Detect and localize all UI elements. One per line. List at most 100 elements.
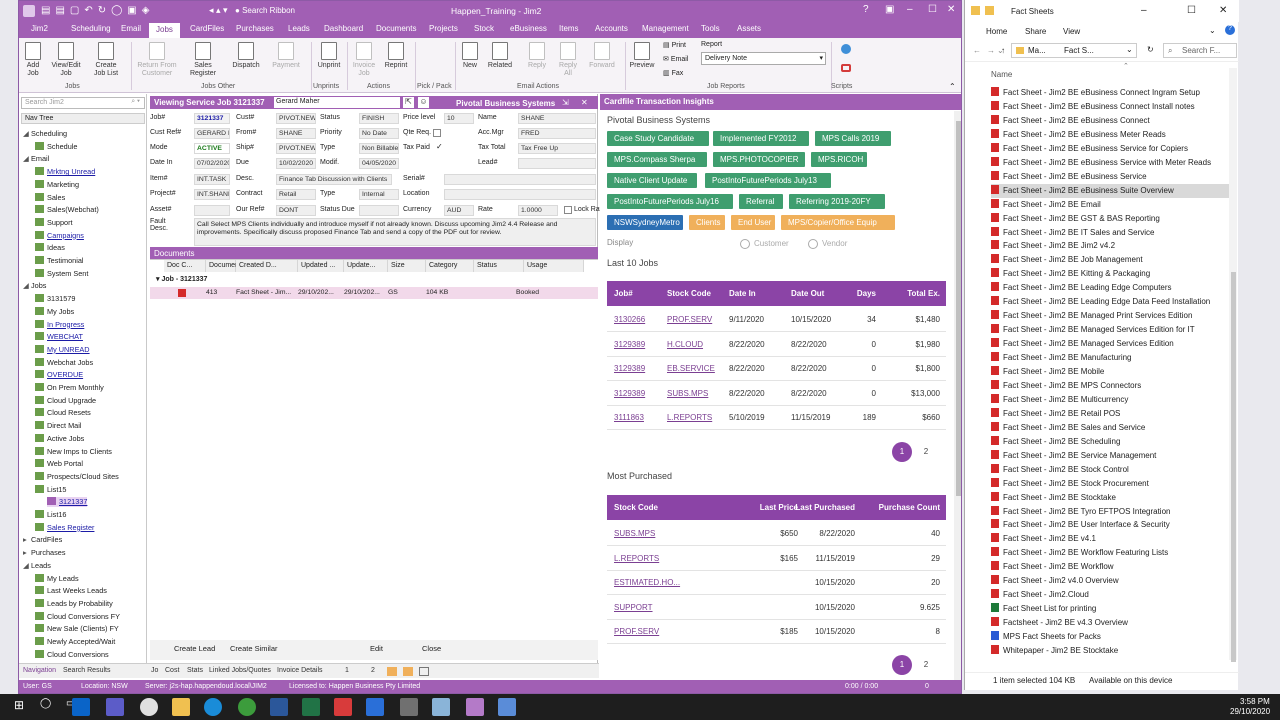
table-link[interactable]: SUPPORT (614, 603, 653, 612)
help-icon[interactable]: ? (1225, 25, 1235, 35)
field-value[interactable]: 07/02/2020 (194, 158, 230, 169)
nav-item[interactable]: System Sent (35, 268, 88, 279)
table-link[interactable]: L.REPORTS (614, 554, 659, 563)
expand-arrow-icon[interactable]: ◢ (23, 281, 31, 291)
nav-item[interactable]: 3121337 (47, 497, 88, 508)
column-header[interactable]: Date Out (791, 289, 824, 298)
back-forward-icons[interactable]: ◂ ▴ ▾ (209, 5, 228, 16)
table-row[interactable]: SUPPORT 10/15/2020 9.625 (607, 595, 946, 620)
expand-arrow-icon[interactable]: ◢ (23, 154, 31, 164)
tab-management[interactable]: Management (642, 24, 689, 33)
nav-item[interactable]: Cloud Resets (35, 408, 91, 418)
tab-search-results[interactable]: Search Results (63, 667, 110, 674)
insight-tag[interactable]: Native Client Update (607, 173, 697, 188)
address-input[interactable]: Ma... Fact S... ⌄ (1011, 43, 1137, 58)
file-item[interactable]: MPS Fact Sheets for Packs (991, 630, 1231, 644)
insight-tag[interactable]: MPS/Copier/Office Equip (781, 215, 895, 230)
file-item[interactable]: Factsheet - Jim2 BE v4.3 Overview (991, 616, 1231, 630)
checkbox[interactable] (564, 206, 572, 214)
table-link[interactable]: PROF.SERV (614, 627, 659, 636)
table-row[interactable]: PROF.SERV $185 10/15/2020 8 (607, 619, 946, 645)
file-item[interactable]: Fact Sheet - Jim2 BE Retail POS (991, 407, 1231, 421)
nav-item[interactable]: Mrktng Unread (35, 167, 95, 177)
nav-item[interactable]: ◢ Scheduling (23, 129, 67, 139)
edge-icon[interactable] (204, 698, 222, 716)
create-similar-button[interactable]: Create Similar (230, 644, 278, 653)
file-item[interactable]: Fact Sheet - Jim2 BE Tyro EFTPOS Integra… (991, 505, 1231, 519)
column-header[interactable]: Date In (729, 289, 756, 298)
file-item[interactable]: Fact Sheet - Jim2 BE MPS Connectors (991, 379, 1231, 393)
chevron-down-icon[interactable]: ⌄ (1209, 26, 1216, 35)
nav-item[interactable]: Testimonial (35, 256, 84, 266)
maximize-icon[interactable]: ☐ (928, 4, 937, 15)
nav-search-input[interactable]: Search Jim2 ⌕ ▾ (21, 97, 145, 109)
nav-item[interactable]: My Leads (35, 573, 79, 584)
scripts-icon[interactable] (841, 44, 851, 54)
file-item[interactable]: Fact Sheet - Jim2 BE Stock Procurement (991, 477, 1231, 491)
sales-register-button[interactable]: Sales Register (183, 42, 223, 78)
restore-ribbon-icon[interactable]: ▣ (885, 4, 894, 15)
add-job-button[interactable]: Add Job (23, 42, 43, 78)
file-item[interactable]: Fact Sheet - Jim2 BE Stock Control (991, 463, 1231, 477)
reply-button[interactable]: Reply (525, 42, 549, 70)
file-item[interactable]: Fact Sheet - Jim2 BE Leading Edge Data F… (991, 295, 1231, 309)
vendor-radio[interactable] (808, 239, 818, 249)
field-value[interactable]: 10/02/2020 (276, 158, 316, 169)
file-item[interactable]: Fact Sheet - Jim2 BE eBusiness Meter Rea… (991, 128, 1231, 142)
table-link[interactable]: PROF.SERV (667, 315, 712, 324)
nav-item[interactable]: ◢ Jobs (23, 281, 46, 291)
table-link[interactable]: SUBS.MPS (614, 529, 655, 538)
excel-icon[interactable] (302, 698, 320, 716)
table-link[interactable]: SUBS.MPS (667, 389, 708, 398)
create-lead-button[interactable]: Create Lead (174, 644, 215, 653)
field-value[interactable]: PIVOT.NEW (276, 143, 316, 154)
payment-button[interactable]: Payment (267, 42, 305, 70)
file-item[interactable]: Fact Sheet - Jim2 BE Service Management (991, 449, 1231, 463)
reprint-button[interactable]: Reprint (381, 42, 411, 70)
field-value[interactable]: SHANE (276, 128, 316, 139)
insight-tag[interactable]: Referring 2019-20FY (789, 194, 885, 209)
nav-item[interactable]: Leads by Probability (35, 598, 113, 609)
file-item[interactable]: Fact Sheet - Jim2 BE Workflow Featuring … (991, 546, 1231, 560)
fax-button[interactable]: ▥ Fax (663, 69, 683, 77)
field-value[interactable] (444, 174, 596, 185)
table-link[interactable]: EB.SERVICE (667, 364, 715, 373)
tab-scheduling[interactable]: Scheduling (71, 24, 111, 33)
grid-icon[interactable] (419, 667, 429, 676)
scripts-email-icon[interactable] (841, 64, 851, 72)
nav-item[interactable]: Direct Mail (35, 421, 81, 431)
table-row[interactable]: SUBS.MPS $650 8/22/2020 40 (607, 521, 946, 546)
file-item[interactable]: Fact Sheet - Jim2 BE Multicurrency (991, 393, 1231, 407)
checkmark-icon[interactable]: ✓ (436, 142, 443, 151)
doc-column-header[interactable]: Updated ... (298, 260, 344, 272)
nav-item[interactable]: Cloud Conversions (35, 649, 109, 660)
table-link[interactable]: 3129389 (614, 340, 645, 349)
nav-item[interactable]: Marketing (35, 179, 79, 190)
file-item[interactable]: Fact Sheet - Jim2 BE Kitting & Packaging (991, 267, 1231, 281)
checkbox[interactable] (433, 129, 441, 137)
open-icon[interactable]: ⇱ (403, 97, 414, 108)
teams-icon[interactable] (106, 698, 124, 716)
insight-tag[interactable]: MPS.RICOH (811, 152, 867, 167)
user-icon[interactable]: ☺ (418, 97, 429, 108)
tab-email[interactable]: Email (121, 24, 141, 33)
word-icon[interactable] (270, 698, 288, 716)
field-value[interactable]: ACTIVE (194, 143, 230, 154)
field-value[interactable]: Non Billable (359, 143, 399, 154)
file-item[interactable]: Fact Sheet - Jim2 BE eBusiness Connect I… (991, 100, 1231, 114)
insight-tag[interactable]: PostIntoFuturePeriods July16 (607, 194, 733, 209)
tab-dashboard[interactable]: Dashboard (324, 24, 363, 33)
close-icon[interactable]: ✕ (947, 4, 955, 15)
tab-navigation[interactable]: Navigation (23, 667, 56, 674)
print-button[interactable]: ▤ Print (663, 41, 686, 49)
tab-count-2[interactable]: 2 (371, 667, 375, 674)
explorer-search-input[interactable]: ⌕ Search F... (1163, 43, 1237, 58)
nav-item[interactable]: Sales (35, 192, 65, 203)
file-item[interactable]: Fact Sheet - Jim2 BE Managed Services Ed… (991, 337, 1231, 351)
dispatch-button[interactable]: Dispatch (227, 42, 265, 70)
nav-item[interactable]: Web Portal (35, 459, 83, 469)
file-item[interactable]: Fact Sheet - Jim2 BE Leading Edge Comput… (991, 281, 1231, 295)
doc-column-header[interactable]: Usage (524, 260, 584, 272)
chrome-icon[interactable] (238, 698, 256, 716)
field-value[interactable]: SHANE (518, 113, 596, 124)
